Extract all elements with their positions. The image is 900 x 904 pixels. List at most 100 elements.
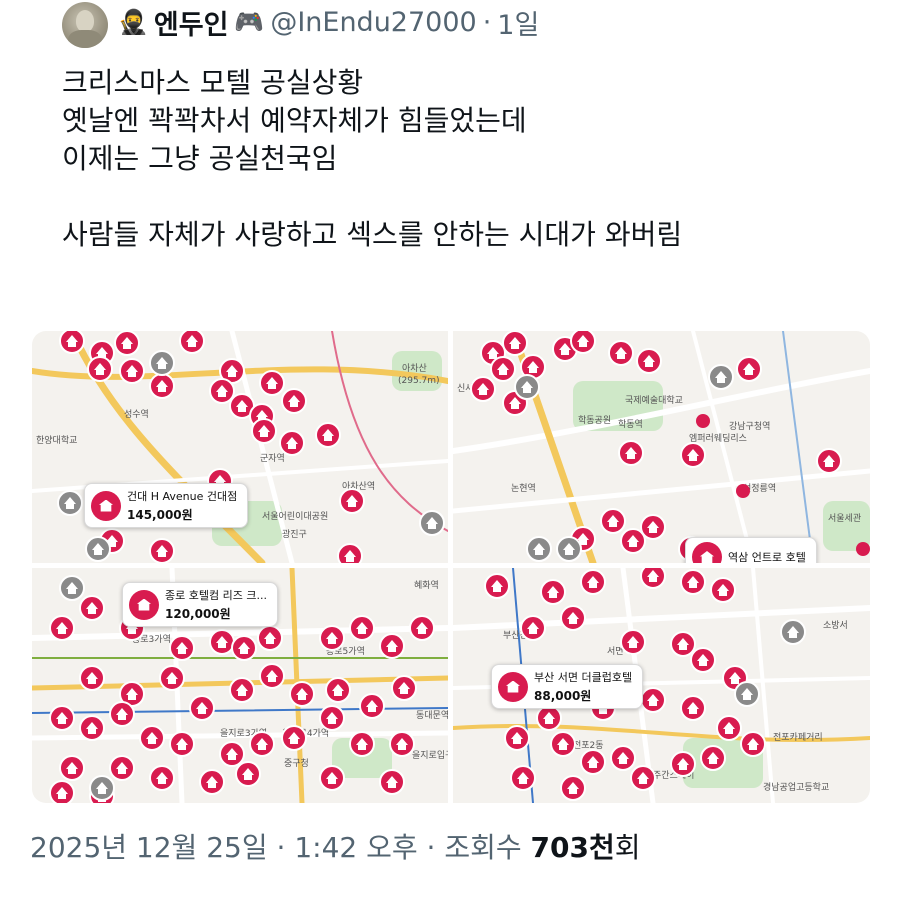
motel-pin-icon[interactable] <box>281 725 307 751</box>
motel-pin-icon[interactable] <box>79 665 105 691</box>
motel-pin-icon[interactable] <box>257 625 283 651</box>
motel-pin-icon[interactable] <box>600 508 626 534</box>
motel-pin-icon[interactable] <box>379 633 405 659</box>
motel-pin-icon[interactable] <box>409 615 435 641</box>
motel-pin-icon[interactable] <box>484 573 510 599</box>
motel-pin-icon[interactable] <box>259 663 285 689</box>
motel-pin-icon[interactable] <box>189 695 215 721</box>
gray-pin-icon[interactable] <box>59 575 85 601</box>
motel-pin-icon[interactable] <box>349 731 375 757</box>
motel-pin-icon[interactable] <box>560 775 586 801</box>
price-card[interactable]: 역삼 언트로 호텔 <box>685 537 817 563</box>
motel-pin-icon[interactable] <box>580 569 606 595</box>
motel-pin-icon[interactable] <box>319 705 345 731</box>
motel-pin-icon[interactable] <box>229 677 255 703</box>
motel-pin-icon[interactable] <box>114 331 140 356</box>
gray-pin-icon[interactable] <box>149 350 175 376</box>
map-image-konkuk[interactable]: 아차산 (295.7m) 군자역 서울어린이대공원 광진구 아차산역 성수역 한양대학교 건대… <box>32 331 448 563</box>
motel-pin-icon[interactable] <box>510 765 536 791</box>
motel-pin-icon[interactable] <box>580 749 606 775</box>
motel-pin-icon[interactable] <box>281 388 307 414</box>
motel-pin-icon[interactable] <box>59 331 85 354</box>
motel-pin-icon[interactable] <box>570 331 596 354</box>
motel-pin-icon[interactable] <box>319 765 345 791</box>
motel-pin-icon[interactable] <box>235 761 261 787</box>
post-date[interactable]: 2025년 12월 25일 <box>30 831 268 864</box>
motel-pin-icon[interactable] <box>816 448 842 474</box>
map-image-gangnam[interactable]: 선정릉역 강남구청역 학동역 국제예술대학교 엠퍼러웨딩리스 논현역 신사역 서울세관 학동공원… <box>453 331 870 563</box>
motel-pin-icon[interactable] <box>560 605 586 631</box>
motel-pin-icon[interactable] <box>680 695 706 721</box>
motel-pin-icon[interactable] <box>259 370 285 396</box>
map-image-seomyeon[interactable]: 서면역 부산진구 전포카페거리 전포2동 주간스테이 경남공업고등학교 소방서 부산 서면 … <box>453 568 870 803</box>
motel-pin-icon[interactable] <box>540 579 566 605</box>
motel-pin-icon[interactable] <box>391 675 417 701</box>
motel-pin-icon[interactable] <box>149 538 175 563</box>
motel-pin-icon[interactable] <box>337 543 363 563</box>
gray-pin-icon[interactable] <box>85 536 111 562</box>
motel-pin-icon[interactable] <box>159 665 185 691</box>
motel-pin-icon[interactable] <box>231 635 257 661</box>
motel-pin-icon[interactable] <box>325 677 351 703</box>
motel-pin-icon[interactable] <box>670 631 696 657</box>
motel-pin-icon[interactable] <box>736 356 762 382</box>
motel-pin-icon[interactable] <box>550 731 576 757</box>
motel-pin-icon[interactable] <box>536 705 562 731</box>
motel-pin-icon[interactable] <box>490 356 516 382</box>
motel-pin-icon[interactable] <box>149 373 175 399</box>
motel-pin-icon[interactable] <box>680 569 706 595</box>
motel-pin-icon[interactable] <box>49 615 75 641</box>
motel-pin-icon[interactable] <box>710 577 736 603</box>
gray-pin-icon[interactable] <box>780 619 806 645</box>
motel-pin-icon[interactable] <box>49 705 75 731</box>
motel-pin-icon[interactable] <box>740 731 766 757</box>
motel-pin-icon[interactable] <box>79 595 105 621</box>
display-name[interactable]: 엔두인 <box>154 3 229 42</box>
motel-pin-icon[interactable] <box>119 358 145 384</box>
gray-pin-icon[interactable] <box>556 536 582 562</box>
motel-pin-icon[interactable] <box>670 751 696 777</box>
post-time[interactable]: 1:42 오후 <box>294 831 417 864</box>
motel-pin-icon[interactable] <box>149 765 175 791</box>
gray-pin-icon[interactable] <box>734 681 760 707</box>
motel-pin-icon[interactable] <box>209 629 235 655</box>
motel-pin-icon[interactable] <box>79 715 105 741</box>
motel-pin-icon[interactable] <box>249 731 275 757</box>
motel-pin-icon[interactable] <box>636 348 662 374</box>
gray-pin-icon[interactable] <box>419 510 445 536</box>
motel-pin-icon[interactable] <box>640 514 666 540</box>
motel-pin-icon[interactable] <box>620 629 646 655</box>
motel-pin-icon[interactable] <box>319 625 345 651</box>
motel-pin-icon[interactable] <box>690 647 716 673</box>
motel-pin-icon[interactable] <box>630 765 656 791</box>
motel-pin-icon[interactable] <box>59 755 85 781</box>
motel-pin-icon[interactable] <box>109 755 135 781</box>
motel-pin-icon[interactable] <box>608 340 634 366</box>
motel-pin-icon[interactable] <box>379 769 405 795</box>
motel-pin-icon[interactable] <box>640 687 666 713</box>
price-card[interactable]: 건대 H Avenue 건대점 145,000원 <box>84 483 249 528</box>
motel-pin-icon[interactable] <box>169 731 195 757</box>
gray-pin-icon[interactable] <box>708 364 734 390</box>
motel-pin-icon[interactable] <box>470 376 496 402</box>
motel-pin-icon[interactable] <box>219 741 245 767</box>
motel-pin-icon[interactable] <box>199 769 225 795</box>
motel-pin-icon[interactable] <box>502 331 528 356</box>
gray-pin-icon[interactable] <box>57 490 83 516</box>
motel-pin-icon[interactable] <box>716 715 742 741</box>
motel-pin-icon[interactable] <box>520 615 546 641</box>
motel-pin-icon[interactable] <box>87 356 113 382</box>
motel-pin-icon[interactable] <box>680 442 706 468</box>
motel-pin-icon[interactable] <box>251 418 277 444</box>
motel-pin-icon[interactable] <box>349 615 375 641</box>
motel-pin-icon[interactable] <box>618 440 644 466</box>
gray-pin-icon[interactable] <box>89 775 115 801</box>
motel-pin-icon[interactable] <box>279 430 305 456</box>
motel-pin-icon[interactable] <box>49 780 75 803</box>
motel-pin-icon[interactable] <box>169 635 195 661</box>
motel-pin-icon[interactable] <box>389 731 415 757</box>
motel-pin-icon[interactable] <box>359 693 385 719</box>
timestamp[interactable]: 1일 <box>497 3 539 42</box>
handle[interactable]: @InEndu27000 <box>270 7 476 38</box>
motel-pin-icon[interactable] <box>179 331 205 354</box>
